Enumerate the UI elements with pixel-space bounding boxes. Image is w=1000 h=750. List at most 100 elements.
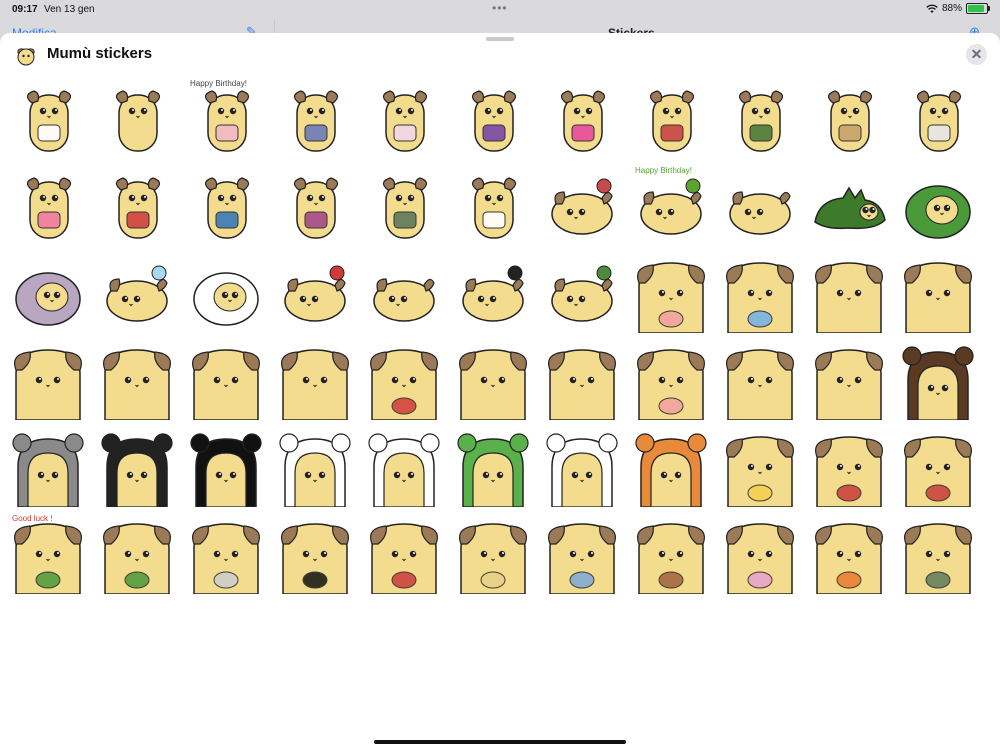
sticker-mum-koala-hood[interactable] bbox=[8, 427, 88, 507]
sticker-mum-santa-hat[interactable] bbox=[275, 253, 355, 333]
sticker-art bbox=[738, 90, 784, 152]
sticker-art bbox=[815, 436, 883, 507]
sticker-art bbox=[815, 349, 883, 420]
sticker-mum-cheerleader[interactable] bbox=[542, 79, 622, 159]
sticker-art bbox=[726, 523, 794, 594]
sticker-art bbox=[204, 177, 250, 239]
sticker-mum-vacuuming[interactable] bbox=[275, 79, 355, 159]
sticker-mum-frog-hood[interactable] bbox=[453, 427, 533, 507]
sticker-mum-relieved[interactable] bbox=[720, 340, 800, 420]
sticker-mum-four-leaf-clover[interactable] bbox=[97, 514, 177, 594]
sticker-art bbox=[293, 177, 339, 239]
sticker-mum-bee-hood[interactable] bbox=[97, 427, 177, 507]
sticker-art bbox=[14, 349, 82, 420]
sticker-mum-hula-hoop[interactable] bbox=[8, 166, 88, 246]
sticker-mum-pleading[interactable] bbox=[809, 340, 889, 420]
sticker-mum-blushing[interactable] bbox=[631, 253, 711, 333]
status-time: 09:17 bbox=[12, 4, 38, 15]
status-date: Ven 13 gen bbox=[44, 4, 95, 15]
sticker-mum-birthday-balloons[interactable]: Happy Birthday! bbox=[631, 166, 711, 246]
sticker-art bbox=[471, 177, 517, 239]
sticker-mum-cooking[interactable] bbox=[809, 514, 889, 594]
sticker-mum-crocodile[interactable] bbox=[898, 514, 978, 594]
sticker-art bbox=[204, 90, 250, 152]
sticker-mum-with-mask[interactable] bbox=[453, 166, 533, 246]
sticker-mum-teary[interactable] bbox=[8, 340, 88, 420]
sticker-mum-ghost[interactable] bbox=[186, 253, 266, 333]
sticker-mum-winking[interactable] bbox=[542, 340, 622, 420]
sticker-mum-tuxedo[interactable] bbox=[275, 514, 355, 594]
status-bar: 09:17 Ven 13 gen ••• 88% bbox=[0, 0, 1000, 20]
sticker-mum-surprised[interactable] bbox=[809, 253, 889, 333]
sticker-mum-with-headband[interactable] bbox=[542, 514, 622, 594]
sticker-mum-paperwork[interactable] bbox=[186, 514, 266, 594]
sticker-mum-sad[interactable] bbox=[186, 340, 266, 420]
sticker-art bbox=[26, 177, 72, 239]
sticker-mum-fluffy[interactable] bbox=[453, 514, 533, 594]
sticker-mum-balloons[interactable] bbox=[542, 166, 622, 246]
sticker-mum-neutral[interactable] bbox=[453, 340, 533, 420]
sticker-art bbox=[103, 349, 171, 420]
sticker-mum-bear-hood[interactable] bbox=[898, 340, 978, 420]
sticker-mum-bald[interactable] bbox=[275, 427, 355, 507]
sticker-mum-with-cactus[interactable] bbox=[542, 253, 622, 333]
sticker-art bbox=[382, 90, 428, 152]
sticker-mum-thinking[interactable] bbox=[275, 340, 355, 420]
sticker-mum-facepalm[interactable] bbox=[97, 340, 177, 420]
sticker-mum-with-plant[interactable] bbox=[720, 79, 800, 159]
sticker-mum-tiger-hood[interactable] bbox=[631, 427, 711, 507]
sticker-mum-good-luck-clover[interactable]: Good luck ! bbox=[8, 514, 88, 594]
sticker-mum-cat-hood[interactable] bbox=[364, 427, 444, 507]
sticker-mum-tongue-out[interactable] bbox=[631, 340, 711, 420]
sticker-mum-ballerina[interactable] bbox=[97, 253, 177, 333]
sticker-caption: Happy Birthday! bbox=[190, 79, 247, 88]
sticker-mum-chicken-hood[interactable] bbox=[542, 427, 622, 507]
sticker-art bbox=[279, 433, 351, 507]
sticker-mum-with-cake[interactable]: Happy Birthday! bbox=[186, 79, 266, 159]
sticker-mum-broken-heart[interactable] bbox=[898, 427, 978, 507]
sticker-art bbox=[551, 178, 613, 235]
sticker-mum-with-suitcase[interactable] bbox=[97, 166, 177, 246]
battery-percent: 88% bbox=[941, 3, 962, 14]
sticker-mum-crocodile-costume[interactable] bbox=[364, 166, 444, 246]
sticker-art bbox=[814, 186, 886, 230]
sticker-mum-sunshine[interactable] bbox=[720, 427, 800, 507]
sticker-mum-with-coffee[interactable] bbox=[8, 79, 88, 159]
sticker-mum-waving[interactable] bbox=[97, 79, 177, 159]
sticker-art bbox=[462, 265, 524, 322]
sticker-mum-with-gifts[interactable] bbox=[809, 79, 889, 159]
sticker-mum-laughing[interactable] bbox=[720, 253, 800, 333]
sticker-mum-gardening[interactable] bbox=[631, 514, 711, 594]
sticker-mum-with-swim-ring[interactable] bbox=[364, 79, 444, 159]
sticker-art bbox=[103, 523, 171, 594]
sticker-caption: Happy Birthday! bbox=[635, 166, 692, 175]
sticker-art bbox=[284, 265, 346, 322]
sticker-mum-bunny[interactable] bbox=[8, 253, 88, 333]
sticker-mum-in-bathrobe[interactable] bbox=[898, 79, 978, 159]
sticker-art bbox=[726, 262, 794, 333]
close-button[interactable]: ✕ bbox=[966, 44, 987, 65]
home-indicator[interactable] bbox=[374, 740, 626, 744]
sticker-mum-mouse-ears[interactable] bbox=[186, 427, 266, 507]
sticker-mum-dinosaur[interactable] bbox=[809, 166, 889, 246]
sticker-sheet: Mumù stickers ✕ Happy Birthday! Happy Bir… bbox=[0, 33, 1000, 750]
sticker-mum-party-hat[interactable] bbox=[364, 340, 444, 420]
sticker-mum-green-ball[interactable] bbox=[898, 166, 978, 246]
sheet-grabber[interactable] bbox=[486, 37, 514, 41]
sticker-mum-grumpy[interactable] bbox=[898, 253, 978, 333]
multitasking-dots[interactable]: ••• bbox=[492, 1, 508, 15]
sticker-mum-workout[interactable] bbox=[453, 79, 533, 159]
sticker-grid: Happy Birthday! Happy Birthday! Good luck … bbox=[0, 77, 1000, 597]
sticker-mum-with-roses[interactable] bbox=[364, 514, 444, 594]
sticker-mum-with-sunglasses[interactable] bbox=[453, 253, 533, 333]
sticker-mum-rollerskates[interactable] bbox=[275, 166, 355, 246]
sticker-mum-skateboard[interactable] bbox=[631, 79, 711, 159]
sticker-mum-with-headphones[interactable] bbox=[186, 166, 266, 246]
sticker-art bbox=[281, 349, 349, 420]
sticker-mum-small[interactable] bbox=[720, 166, 800, 246]
sticker-art bbox=[904, 262, 972, 333]
sticker-mum-heart[interactable] bbox=[809, 427, 889, 507]
sticker-mum-laundry[interactable] bbox=[720, 514, 800, 594]
sticker-art bbox=[471, 90, 517, 152]
sticker-mum-sleeping[interactable] bbox=[364, 253, 444, 333]
